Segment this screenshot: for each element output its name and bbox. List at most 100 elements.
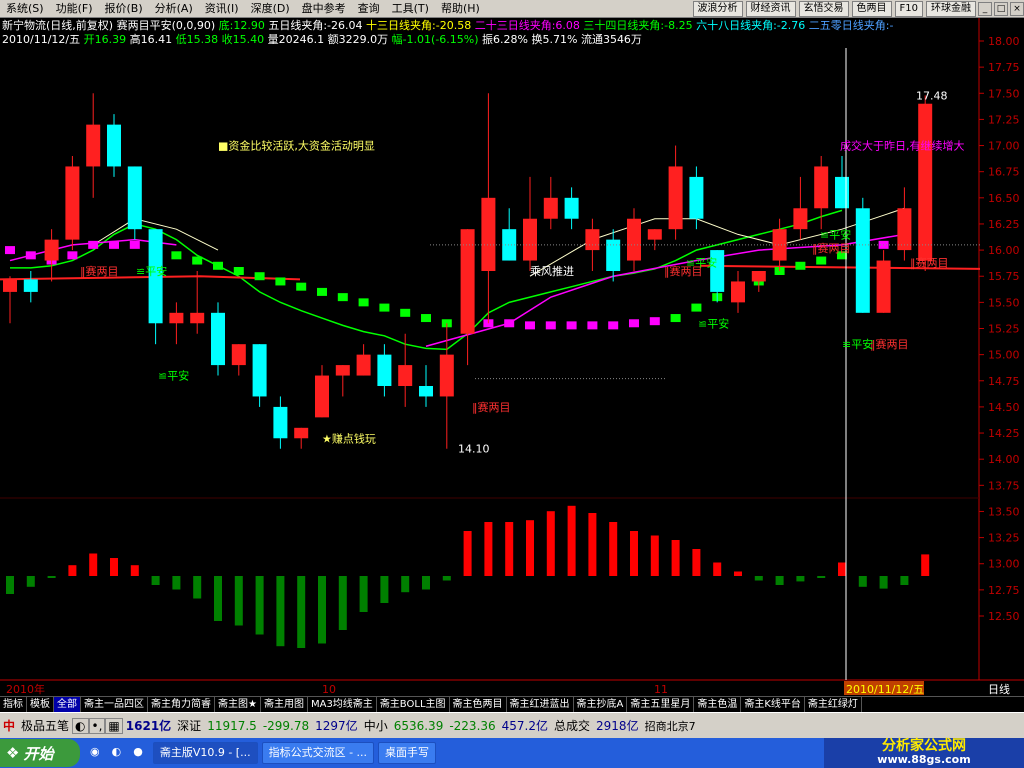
indicator-tab-0[interactable]: 指标: [0, 697, 27, 712]
indicator-tab-3[interactable]: 斋主一品四区: [81, 697, 148, 712]
signal-square-12: [254, 272, 265, 281]
menu-item-4[interactable]: 资讯(I): [199, 0, 245, 18]
y-tick-label-19: 13.25: [988, 532, 1020, 545]
ime-punct-icon[interactable]: •,: [88, 717, 106, 734]
windows-logo-icon: ❖: [6, 744, 20, 762]
header2-part-7: 振6.28% 换5.71% 流通3546万: [479, 32, 642, 46]
top-button-0[interactable]: 波浪分析: [692, 0, 743, 17]
y-tick-label-9: 15.75: [988, 270, 1020, 283]
indicator-tab-13[interactable]: 斋主色温: [694, 697, 742, 712]
menu-item-8[interactable]: 工具(T): [386, 0, 435, 18]
menu-item-7[interactable]: 查询: [352, 0, 386, 18]
sz-amount: 1297亿: [315, 719, 358, 733]
candle-body-10: [211, 312, 225, 366]
macd-bar-39: [817, 576, 826, 578]
minimize-icon[interactable]: _: [978, 1, 992, 16]
indicator-tab-15[interactable]: 斋主红绿灯: [805, 697, 862, 712]
task-app[interactable]: 斋主版V10.9 - [...: [152, 742, 258, 764]
macd-bar-28: [588, 513, 597, 576]
y-tick-label-10: 15.50: [988, 296, 1020, 309]
status-bar: 中 极品五笔 ◐ •, ▦ 1621亿 深证 11917.5 -299.78 1…: [0, 712, 1024, 738]
indicator-tab-2[interactable]: 全部: [54, 697, 81, 712]
quicklaunch-icon-3[interactable]: ●: [127, 742, 149, 764]
indicator-tab-5[interactable]: 斋主图★: [215, 697, 261, 712]
indicator-tab-14[interactable]: 斋主K线平台: [741, 697, 805, 712]
header2-part-5: 量20246.1 额3229.0万: [264, 33, 388, 46]
indicator-tab-11[interactable]: 斋主抄底A: [574, 697, 628, 712]
menu-item-9[interactable]: 帮助(H): [435, 0, 486, 18]
chart-area[interactable]: 新宁物流(日线,前复权) 赛两目平安(0,0,90) 底:12.90 五日线夹角…: [0, 18, 1024, 696]
macd-bar-7: [151, 576, 160, 585]
x-label-1: 10: [322, 683, 336, 696]
task-handwriting[interactable]: 桌面手写: [378, 742, 437, 764]
signal-square-28: [587, 321, 598, 330]
macd-bar-4: [89, 553, 98, 576]
top-button-4[interactable]: F10: [894, 0, 923, 17]
signal-square-26: [545, 321, 556, 330]
candle-body-4: [86, 124, 101, 167]
macd-bar-24: [505, 522, 514, 576]
task-forum[interactable]: 指标公式交流区 - ...: [261, 742, 375, 764]
macd-bar-5: [110, 558, 118, 576]
sz-index: 11917.5: [207, 718, 257, 733]
header2-part-6: 幅-1.01(-6.15%): [388, 33, 478, 46]
indicator-tab-4[interactable]: 斋主角力简睿: [148, 697, 215, 712]
ime-label[interactable]: 极品五笔: [18, 717, 72, 734]
y-tick-label-3: 17.25: [988, 113, 1020, 126]
candle-body-27: [564, 197, 579, 219]
total-amount: 2918亿: [596, 719, 639, 733]
macd-bar-14: [297, 576, 306, 648]
indicator-tab-9[interactable]: 斋主色两目: [450, 697, 507, 712]
candle-body-2: [44, 239, 59, 261]
indicator-tab-1[interactable]: 模板: [27, 697, 54, 712]
top-button-2[interactable]: 玄悟交易: [798, 0, 849, 17]
quicklaunch-icon-2[interactable]: ◐: [106, 742, 128, 764]
candle-body-35: [731, 281, 745, 303]
top-button-1[interactable]: 财经资讯: [745, 0, 796, 17]
keyboard-icon[interactable]: ▦: [105, 717, 123, 734]
macd-bar-29: [609, 522, 618, 576]
broker-label[interactable]: 招商北京7: [642, 718, 699, 734]
maximize-icon[interactable]: □: [994, 1, 1008, 16]
top-button-3[interactable]: 色两目: [851, 0, 892, 17]
menu-item-6[interactable]: 盘中参考: [296, 0, 352, 18]
candle-body-40: [835, 176, 849, 209]
header-part-0: 新宁物流(日线,前复权) 赛两目平安(0,0,90): [2, 18, 215, 32]
indicator-tab-12[interactable]: 斋主五里星月: [627, 697, 695, 712]
quicklaunch-icon-1[interactable]: ◉: [84, 742, 106, 764]
header2-part-1: 开16.39: [80, 33, 126, 46]
header2-part-4: 收15.40: [218, 32, 264, 46]
indicator-tab-7[interactable]: MA3均线斋主: [308, 697, 377, 712]
menu-item-1[interactable]: 功能(F): [50, 0, 99, 18]
indicator-tab-8[interactable]: 斋主BOLL主图: [377, 697, 450, 712]
ime-moon-icon[interactable]: ◐: [72, 717, 89, 734]
top-button-5[interactable]: 环球金融: [926, 0, 976, 17]
y-tick-label-11: 15.25: [988, 323, 1020, 336]
sz-label: 深证: [177, 719, 202, 733]
annotation-volume: 成交大于昨日,有继续增大: [840, 139, 965, 153]
menu-item-3[interactable]: 分析(A): [149, 0, 199, 18]
kline-chart[interactable]: 新宁物流(日线,前复权) 赛两目平安(0,0,90) 底:12.90 五日线夹角…: [0, 18, 1024, 696]
menu-item-5[interactable]: 深度(D): [245, 0, 296, 18]
candle-body-12: [252, 344, 267, 397]
indicator-tab-6[interactable]: 斋主用图: [261, 697, 308, 712]
annotation-pingan-3: ≌平安: [698, 316, 729, 330]
macd-bar-8: [172, 576, 181, 590]
signal-square-11: [233, 267, 244, 275]
y-tick-label-4: 17.00: [988, 140, 1020, 153]
zx-label: 中小: [363, 719, 388, 733]
menu-item-2[interactable]: 报价(B): [99, 0, 149, 18]
start-button[interactable]: ❖ 开始: [0, 739, 80, 767]
candle-body-5: [107, 124, 121, 167]
menu-item-0[interactable]: 系统(S): [0, 0, 50, 18]
signal-square-30: [629, 319, 639, 328]
candle-body-17: [356, 354, 371, 376]
macd-bar-32: [671, 540, 680, 576]
close-icon[interactable]: ×: [1010, 1, 1024, 16]
signal-square-13: [275, 277, 286, 286]
indicator-tab-10[interactable]: 斋主红进蓝出: [507, 697, 574, 712]
indicator-tab-bar: 指标 模板 全部 斋主一品四区 斋主角力简睿 斋主图★ 斋主用图 MA3均线斋主 斋主BOLL主…: [0, 696, 1024, 712]
macd-bar-23: [484, 522, 493, 576]
macd-bar-13: [276, 576, 285, 647]
macd-bar-34: [713, 562, 722, 576]
